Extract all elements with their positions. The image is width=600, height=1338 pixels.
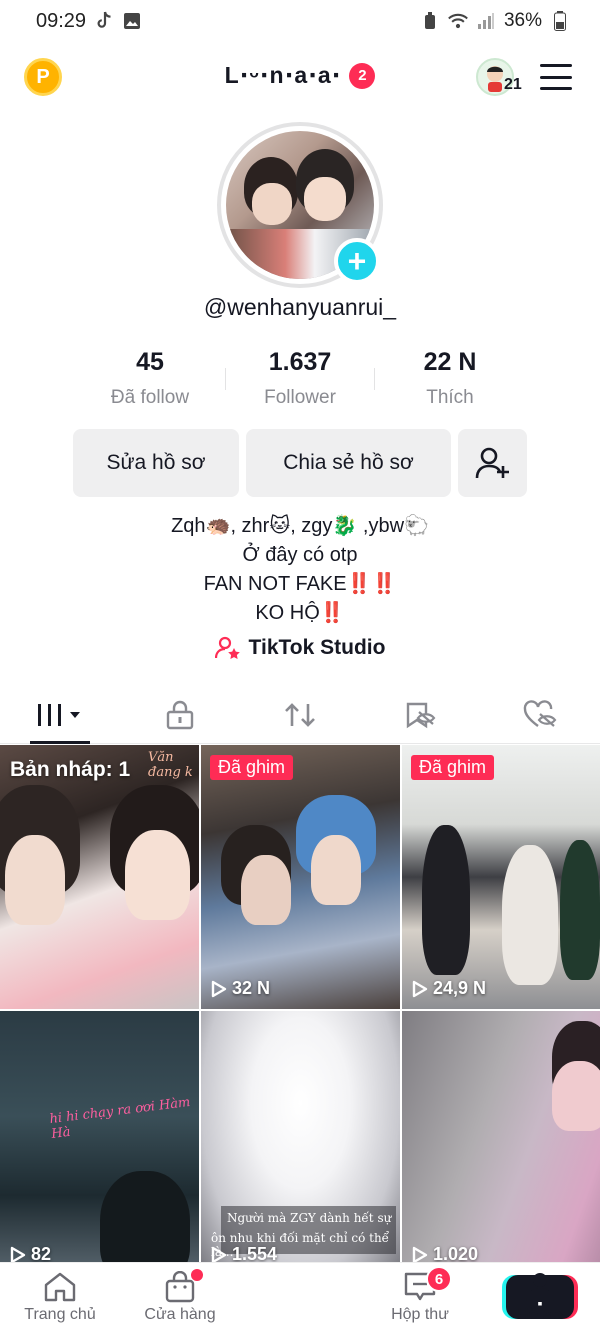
wifi-icon [448,11,468,31]
shop-notification-dot [191,1269,203,1281]
view-count: 32 N [211,978,270,999]
video-thumbnail[interactable]: Đã ghim 32 N [201,745,400,1009]
nav-inbox[interactable]: 6 Hộp thư [360,1263,480,1338]
tab-reposts[interactable] [240,686,360,743]
nav-inbox-label: Hộp thư [391,1306,449,1323]
videos-grid-icon [38,703,80,726]
video-thumbnail[interactable]: Văn đang k Bản nháp: 1 [0,745,199,1009]
tiktok-icon [94,11,114,31]
video-thumbnail[interactable]: Người mà ZGY dành hết sự ôn nhu khi đối … [201,1011,400,1275]
video-caption: hi hi chạy ra ơơi Hàm Hà [48,1094,192,1142]
studio-icon [214,636,240,659]
profile-title: L⋅ᵕ⋅n⋅a⋅a⋅ [224,62,342,88]
signal-icon [476,11,496,31]
bio-line: FAN NOT FAKE‼️‼️ [203,573,397,595]
tab-favorites[interactable] [360,686,480,743]
play-icon [10,1246,26,1263]
view-count: 24,9 N [412,978,486,999]
status-bar: 09:29 36% [0,0,600,42]
battery-percent: 36% [503,10,542,31]
bottom-nav: Trang chủ Cửa hàng + 6 Hộp thư Hồ sơ [0,1262,600,1338]
bookmark-hidden-icon [406,702,436,728]
pinned-badge: Đã ghim [210,755,294,780]
following-label: Đã follow [110,387,190,408]
double-exclamation-icon: ‼️ [319,602,345,624]
nav-shop-label: Cửa hàng [144,1306,216,1323]
profile-header: P L⋅ᵕ⋅n⋅a⋅a⋅ 2 21 [0,48,600,108]
friends-count: 21 [504,76,522,93]
bio-line: Zqh🦔, zhr🐱, zgy🐉 ,ybw🐑 [171,515,429,537]
followers-count: 1.637 [268,348,332,376]
pinned-badge: Đã ghim [411,755,495,780]
battery-icon [550,11,570,31]
nav-profile-label: Hồ sơ [516,1306,564,1323]
double-exclamation-icon: ‼️‼️ [346,573,397,595]
play-icon [211,1246,227,1263]
video-caption: Người mà ZGY dành hết sự [227,1211,392,1225]
followers-label: Follower [264,387,336,408]
play-icon [412,1246,428,1263]
profile-stats: 45 Đã follow 1.637 Follower 22 N Thích [0,348,600,409]
home-icon [44,1272,76,1302]
repost-icon [285,702,315,727]
tab-liked[interactable] [480,686,600,743]
nav-home-label: Trang chủ [24,1306,96,1323]
add-story-button[interactable]: + [334,238,380,284]
following-count: 45 [136,348,164,376]
image-icon [122,11,142,31]
video-caption: Văn đang k [148,750,193,780]
inbox-badge: 6 [426,1266,452,1292]
share-profile-button[interactable]: Chia sẻ hồ sơ [246,429,451,497]
notification-badge: 2 [349,62,376,89]
likes-label: Thích [426,387,474,408]
video-grid: Văn đang k Bản nháp: 1 Đã ghim 32 N Đã g… [0,745,600,1275]
bio-line: KO HỘ‼️ [255,602,345,624]
play-icon [211,980,227,997]
nav-create[interactable]: + [240,1263,574,1338]
add-friend-button[interactable] [458,429,527,497]
add-user-icon [475,447,509,479]
tiktok-studio-link[interactable]: TikTok Studio [0,636,600,660]
nav-home[interactable]: Trang chủ [0,1263,120,1338]
followers-stat[interactable]: 1.637 Follower [225,348,375,409]
likes-count: 22 N [423,348,477,376]
heart-hidden-icon [523,699,557,727]
profile-icon [526,1273,554,1302]
tab-private[interactable] [120,686,240,743]
tab-videos[interactable] [0,686,120,744]
username: @wenhanyuanrui_ [203,294,397,320]
studio-label: TikTok Studio [248,636,386,659]
nav-shop[interactable]: Cửa hàng [120,1263,240,1338]
nav-profile[interactable]: Hồ sơ [480,1263,600,1338]
lock-icon [166,700,194,729]
video-thumbnail[interactable]: 1.020 [402,1011,600,1275]
edit-profile-button[interactable]: Sửa hồ sơ [73,429,239,497]
video-thumbnail[interactable]: Đã ghim 24,9 N [402,745,600,1009]
alarm-icon [420,11,440,31]
play-icon [412,980,428,997]
profile-tabs [0,686,600,744]
draft-label: Bản nháp: 1 [10,758,131,781]
bio-line: Ở đây có otp [242,544,358,566]
video-thumbnail[interactable]: hi hi chạy ra ơơi Hàm Hà 82 [0,1011,199,1275]
likes-stat[interactable]: 22 N Thích [375,348,525,409]
status-time: 09:29 [36,9,87,32]
profile-bio: Zqh🦔, zhr🐱, zgy🐉 ,ybw🐑 Ở đây có otp FAN … [0,512,600,628]
menu-icon[interactable] [540,64,572,90]
following-stat[interactable]: 45 Đã follow [75,348,225,409]
